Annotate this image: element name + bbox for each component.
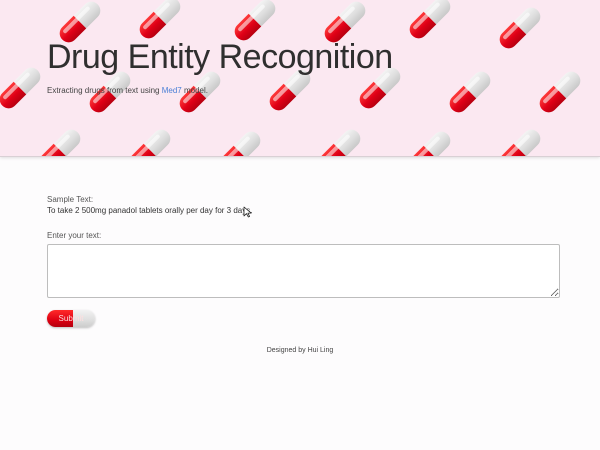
submit-button-label: Submit (58, 314, 84, 323)
capsule-pill-icon (135, 0, 185, 43)
capsule-pill-icon (35, 125, 85, 156)
subtitle-suffix: model. (181, 86, 208, 95)
page-subtitle: Extracting drugs from text using Med7 mo… (47, 86, 208, 95)
page-title: Drug Entity Recognition (47, 38, 393, 76)
text-input-area[interactable] (47, 244, 560, 298)
capsule-pill-icon (405, 127, 455, 156)
capsule-pill-icon (0, 63, 45, 113)
input-label: Enter your text: (47, 231, 102, 240)
capsule-pill-icon (125, 125, 175, 156)
med7-link[interactable]: Med7 (162, 86, 182, 95)
hero-banner: Drug Entity Recognition Extracting drugs… (0, 0, 600, 157)
capsule-pill-icon (405, 0, 455, 43)
footer-credit: Designed by Hui Ling (266, 347, 334, 354)
capsule-pill-icon (445, 67, 495, 117)
main-content: Sample Text: To take 2 500mg panadol tab… (47, 194, 562, 332)
submit-button[interactable]: Submit (47, 310, 95, 327)
sample-text-value: To take 2 500mg panadol tablets orally p… (47, 206, 253, 215)
subtitle-prefix: Extracting drugs from text using (47, 86, 162, 95)
capsule-pill-icon (495, 125, 545, 156)
capsule-pill-icon (495, 3, 545, 53)
mouse-pointer-icon (243, 206, 252, 218)
capsule-pill-icon (315, 125, 365, 156)
sample-text-label: Sample Text: (47, 195, 94, 204)
capsule-pill-icon (535, 67, 585, 117)
capsule-pill-icon (215, 127, 265, 156)
